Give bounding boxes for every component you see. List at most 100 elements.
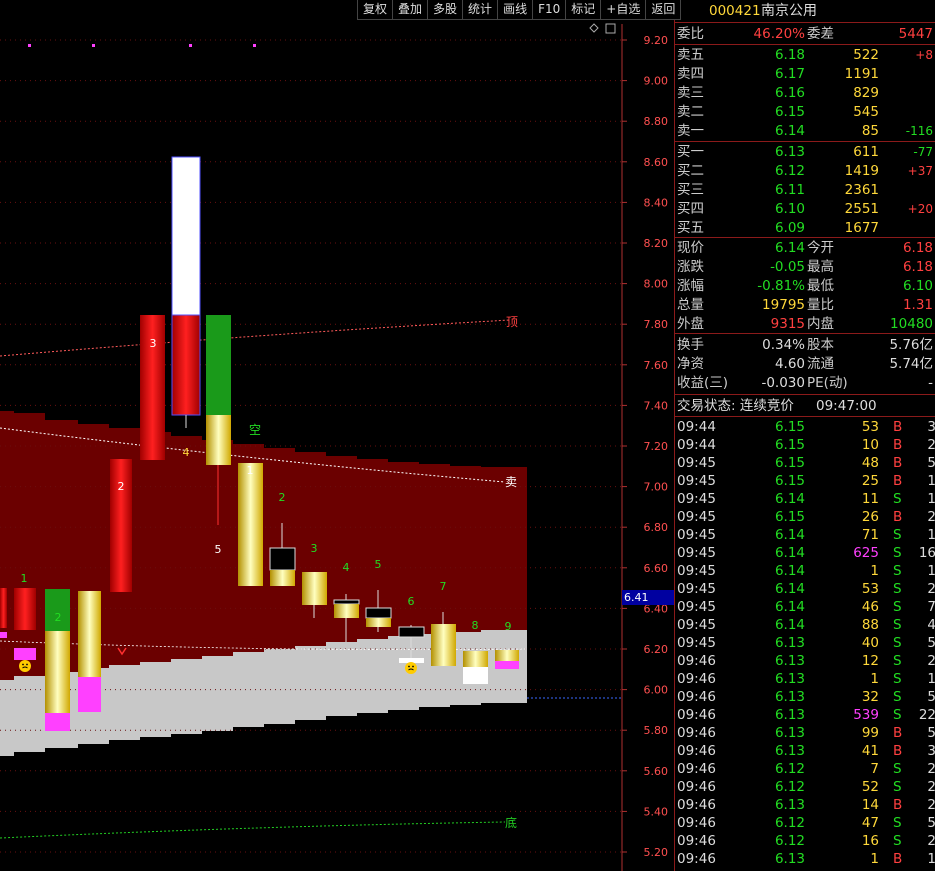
tick-direction: S	[893, 527, 902, 543]
count-label: 1	[247, 464, 254, 477]
toolbar-button-6[interactable]: 标记	[565, 0, 602, 20]
stats-label: 收益(三)	[677, 375, 729, 391]
tick-volume: 26	[861, 509, 879, 525]
toolbar-button-2[interactable]: 多股	[427, 0, 464, 20]
tick-price: 6.13	[774, 635, 805, 651]
toolbar-button-4[interactable]: 画线	[497, 0, 534, 20]
kline-chart[interactable]: 9.20 9.00 8.80 8.60 8.40 8.20 8.00 7.80 7.60 7.40…	[0, 0, 682, 871]
toolbar-button-0[interactable]: 复权	[357, 0, 394, 20]
sell_orders-change: -116	[905, 124, 933, 138]
tick-time: 09:46	[677, 815, 716, 831]
toolbar-button-3[interactable]: 统计	[462, 0, 499, 20]
quote-value: 6.14	[774, 240, 805, 256]
tick-price: 6.12	[774, 779, 805, 795]
tick-direction: B	[893, 419, 903, 435]
tick-direction: S	[893, 689, 902, 705]
tick-count: 1	[927, 563, 935, 579]
sell_orders-volume: 85	[861, 123, 879, 139]
divider	[675, 416, 935, 417]
tick-direction: B	[893, 509, 903, 525]
toolbar-button-8[interactable]: 返回	[645, 0, 682, 20]
axis-label: 8.20	[644, 237, 669, 250]
tick-price: 6.12	[774, 761, 805, 777]
tick-price: 6.12	[774, 815, 805, 831]
sell_orders-label: 卖五	[677, 47, 704, 63]
tick-row: 09:45 6.13 40 S 5	[675, 634, 935, 652]
tick-direction: S	[893, 833, 902, 849]
quote-value: 19795	[762, 297, 805, 313]
quote-label: 量比	[807, 297, 834, 313]
tick-time: 09:45	[677, 491, 716, 507]
tick-row: 09:46 6.12 47 S 5	[675, 814, 935, 832]
toolbar-button-7[interactable]: +自选	[600, 0, 647, 20]
tick-volume: 48	[861, 455, 879, 471]
tick-count: 4	[927, 617, 935, 633]
toolbar-button-1[interactable]: 叠加	[392, 0, 429, 20]
tick-direction: S	[893, 491, 902, 507]
tick-time: 09:45	[677, 563, 716, 579]
buy_orders-label: 买四	[677, 201, 704, 217]
divider	[675, 237, 935, 238]
tick-time: 09:45	[677, 473, 716, 489]
divider	[675, 141, 935, 142]
quote-label: 总量	[677, 297, 704, 313]
sell-label: 卖	[505, 475, 517, 489]
stats-label: 股本	[807, 337, 834, 353]
signal-dot	[189, 44, 192, 47]
tick-volume: 539	[853, 707, 879, 723]
axis-label: 7.20	[644, 440, 669, 453]
tick-row: 09:45 6.15 25 B 1	[675, 472, 935, 490]
buy_orders-change: +37	[907, 164, 933, 178]
count-label: 8	[472, 619, 479, 632]
bottom-line	[0, 821, 506, 839]
quote-label: 现价	[677, 240, 704, 256]
stats-row: 净资 4.60 流通 5.74亿	[675, 355, 935, 373]
stats-value: 5.76亿	[889, 337, 933, 353]
quote-row: 外盘 9315 内盘 10480	[675, 315, 935, 333]
tick-row: 09:46 6.12 16 S 2	[675, 832, 935, 850]
quote-row: 涨幅 -0.81% 最低 6.10	[675, 277, 935, 295]
tick-volume: 25	[861, 473, 879, 489]
smiley-icon	[19, 660, 31, 672]
quote-value: 6.18	[902, 259, 933, 275]
signal-dot	[92, 44, 95, 47]
sell_orders-price: 6.16	[774, 85, 805, 101]
tick-row: 09:45 6.14 625 S 16	[675, 544, 935, 562]
axis-label: 5.80	[644, 724, 669, 737]
tick-volume: 99	[861, 725, 879, 741]
candle-yellow	[45, 631, 70, 713]
quote-value: 9315	[770, 316, 805, 332]
candle-red	[171, 314, 201, 416]
tick-time: 09:46	[677, 851, 716, 867]
buy_orders-volume: 611	[853, 144, 879, 160]
buy_orders-volume: 1419	[844, 163, 879, 179]
stats-label: 换手	[677, 337, 704, 353]
tick-direction: B	[893, 725, 903, 741]
quote-value: 1.31	[902, 297, 933, 313]
tick-volume: 1	[870, 851, 879, 867]
trade-status-row: 交易状态: 连续竞价 09:47:00	[675, 397, 935, 415]
buy_orders-price: 6.13	[774, 144, 805, 160]
tick-count: 7	[927, 599, 935, 615]
tick-volume: 625	[853, 545, 879, 561]
buy_orders-volume: 2551	[844, 201, 879, 217]
tick-row: 09:46 6.13 14 B 2	[675, 796, 935, 814]
tick-time: 09:45	[677, 527, 716, 543]
quote-label: 最低	[807, 278, 834, 294]
candle-green	[206, 315, 231, 415]
buy_orders-row: 买四 6.10 2551 +20	[675, 200, 935, 218]
tick-time: 09:45	[677, 509, 716, 525]
tick-count: 16	[918, 545, 935, 561]
tick-direction: B	[893, 437, 903, 453]
axis-label: 7.80	[644, 318, 669, 331]
tick-time: 09:46	[677, 653, 716, 669]
axis-label: 9.00	[644, 75, 669, 88]
candle-yellow	[366, 618, 391, 627]
candle-green	[45, 589, 70, 631]
quote-row: 现价 6.14 今开 6.18	[675, 239, 935, 257]
count-label: 4	[343, 561, 350, 574]
tick-count: 3	[927, 419, 935, 435]
divider	[675, 44, 935, 45]
toolbar-button-5[interactable]: F10	[532, 0, 567, 20]
tick-volume: 1	[870, 563, 879, 579]
